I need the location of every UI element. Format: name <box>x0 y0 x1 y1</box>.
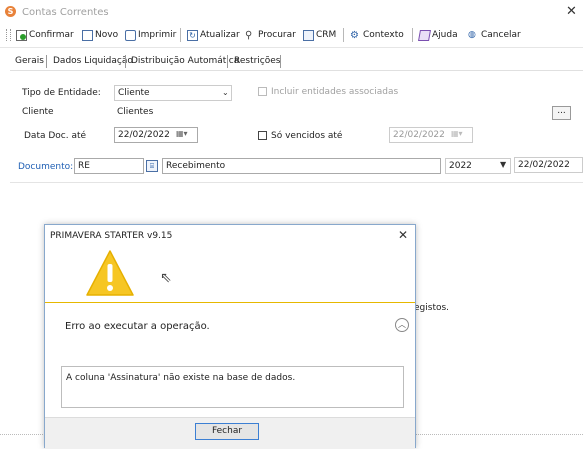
cancel-binoculars-icon: ◍ <box>468 29 476 40</box>
form-separator <box>10 182 583 183</box>
tab-dados-liquidacao[interactable]: Dados Liquidação <box>53 56 133 66</box>
context-gear-icon: ⚙ <box>350 29 359 41</box>
crm-label: CRM <box>316 30 337 40</box>
dialog-detail-text: A coluna 'Assinatura' não existe na base… <box>66 373 296 383</box>
document-lookup-icon[interactable]: ⌸ <box>146 160 158 172</box>
doc-date-label: Data Doc. até <box>24 131 87 141</box>
collapse-chevron-up-icon[interactable]: ︿ <box>395 318 409 332</box>
tab-gerais[interactable]: Gerais <box>15 56 44 66</box>
crm-card-icon <box>303 29 314 41</box>
chevron-down-icon[interactable]: ⌄ <box>222 88 229 97</box>
toolbar-separator <box>343 28 344 42</box>
confirm-icon <box>16 29 27 41</box>
document-name-value: Recebimento <box>166 161 226 171</box>
search-label: Procurar <box>258 30 296 40</box>
help-button[interactable]: Ajuda <box>418 28 458 42</box>
entity-type-value: Cliente <box>118 88 150 98</box>
doc-date-value: 22/02/2022 <box>118 130 170 140</box>
only-due-date-value: 22/02/2022 <box>393 130 445 140</box>
document-date-value: 22/02/2022 <box>518 160 570 170</box>
client-label: Cliente <box>22 107 54 117</box>
only-due-label: Só vencidos até <box>271 131 343 141</box>
tab-separator <box>125 55 126 68</box>
confirm-button[interactable]: Confirmar <box>16 28 74 42</box>
year-value: 2022 <box>449 161 472 171</box>
document-name-field[interactable]: Recebimento <box>162 158 441 174</box>
calendar-icon[interactable]: ▦▾ <box>176 129 188 138</box>
toolbar-separator <box>412 28 413 42</box>
refresh-icon: ↻ <box>187 29 198 41</box>
document-date-field[interactable]: 22/02/2022 <box>514 157 583 173</box>
calendar-icon[interactable]: ▦▾ <box>451 129 463 138</box>
dialog-title: PRIMAVERA STARTER v9.15 <box>50 231 173 241</box>
window-title: Contas Correntes <box>22 7 109 18</box>
print-button[interactable]: Imprimir <box>125 28 176 42</box>
crm-button[interactable]: CRM <box>303 28 336 42</box>
tab-distribuicao-automatica[interactable]: Distribuição Automática <box>131 56 239 66</box>
new-label: Novo <box>95 30 119 40</box>
toolbar-grip[interactable] <box>6 29 11 41</box>
search-icon: ⚲ <box>245 29 253 41</box>
context-label: Contexto <box>363 30 404 40</box>
chevron-down-icon[interactable]: ▼ <box>500 160 506 169</box>
warning-icon <box>86 250 134 296</box>
document-label: Documento: <box>18 162 74 172</box>
error-dialog: PRIMAVERA STARTER v9.15 ✕ ⇖ Erro ao exec… <box>44 224 416 449</box>
client-lookup-button[interactable]: ... <box>552 106 571 120</box>
document-code-value: RE <box>78 161 90 171</box>
app-logo: S <box>5 6 16 17</box>
dialog-close-icon[interactable]: ✕ <box>398 228 408 242</box>
close-icon[interactable]: ✕ <box>566 4 577 19</box>
entity-type-label: Tipo de Entidade: <box>22 88 101 98</box>
include-associated-label: Incluir entidades associadas <box>271 87 399 97</box>
tab-separator <box>280 55 281 68</box>
dialog-message: Erro ao executar a operação. <box>65 321 210 332</box>
cancel-label: Cancelar <box>481 30 521 40</box>
title-bar: S Contas Correntes ✕ <box>0 0 583 23</box>
refresh-button[interactable]: ↻ Atualizar <box>187 28 240 42</box>
help-label: Ajuda <box>432 30 458 40</box>
print-label: Imprimir <box>138 30 177 40</box>
new-button[interactable]: Novo <box>82 28 118 42</box>
tab-separator <box>46 55 47 68</box>
printer-icon <box>125 29 136 41</box>
toolbar-separator <box>180 28 181 42</box>
tab-separator <box>227 55 228 68</box>
background-records-text: egistos. <box>414 303 450 313</box>
client-value: Clientes <box>117 107 154 117</box>
only-due-checkbox[interactable] <box>258 131 267 140</box>
new-document-icon <box>82 29 93 41</box>
refresh-label: Atualizar <box>200 30 240 40</box>
help-book-icon <box>418 29 431 41</box>
include-associated-checkbox[interactable] <box>258 87 267 96</box>
tab-restricoes[interactable]: Restrições <box>234 56 281 66</box>
mouse-pointer-icon: ⇖ <box>160 270 172 286</box>
tab-divider <box>10 70 583 71</box>
toolbar: Confirmar Novo Imprimir ↻ Atualizar ⚲ Pr… <box>0 23 583 48</box>
entity-type-select[interactable]: Cliente <box>114 85 232 101</box>
dialog-accent-line <box>45 302 415 303</box>
confirm-label: Confirmar <box>29 30 74 40</box>
close-dialog-button[interactable]: Fechar <box>195 423 259 440</box>
cancel-button[interactable]: ◍ Cancelar <box>468 28 521 42</box>
context-button[interactable]: ⚙ Contexto <box>350 28 404 42</box>
document-code-field[interactable]: RE <box>74 158 144 174</box>
search-button[interactable]: ⚲ Procurar <box>245 28 296 42</box>
dialog-detail-box: A coluna 'Assinatura' não existe na base… <box>61 366 404 408</box>
